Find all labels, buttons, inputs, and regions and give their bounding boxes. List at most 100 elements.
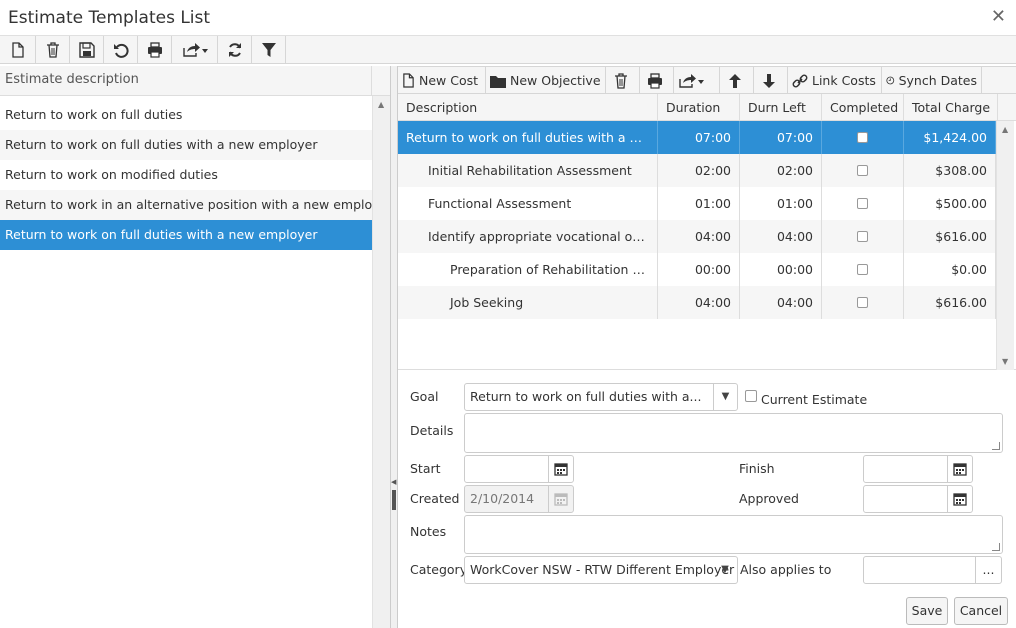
save-button[interactable]: Save <box>906 597 948 625</box>
completed-checkbox[interactable] <box>857 231 868 242</box>
chevron-down-icon[interactable]: ▼ <box>713 557 737 583</box>
pane-splitter[interactable]: ◀ <box>390 66 398 628</box>
list-scrollbar[interactable]: ▲ <box>372 96 390 628</box>
undo-icon[interactable] <box>104 36 138 64</box>
arrow-down-icon <box>762 73 775 88</box>
description-cell: Job Seeking <box>398 286 658 319</box>
durn-left-cell: 00:00 <box>740 253 822 286</box>
duration-cell: 02:00 <box>658 154 740 187</box>
share-button[interactable] <box>674 67 720 94</box>
completed-checkbox[interactable] <box>857 198 868 209</box>
goal-value: Return to work on full duties with a... <box>470 389 702 404</box>
link-costs-button[interactable]: Link Costs <box>788 67 882 94</box>
folder-icon <box>490 75 506 88</box>
cancel-button[interactable]: Cancel <box>954 597 1008 625</box>
total-cell: $308.00 <box>904 154 996 187</box>
also-applies-field[interactable]: ... <box>863 556 1002 584</box>
goal-label: Goal <box>410 389 439 404</box>
column-header-estimate-description[interactable]: Estimate description <box>0 66 372 96</box>
column-header-completed[interactable]: Completed <box>822 94 904 121</box>
category-select[interactable]: WorkCover NSW - RTW Different Employer ▼ <box>464 556 738 584</box>
list-item[interactable]: Return to work on full duties <box>0 100 372 130</box>
category-label: Category <box>410 562 468 577</box>
clock-icon <box>886 76 895 85</box>
column-header-total-charge[interactable]: Total Charge <box>904 94 998 121</box>
refresh-icon[interactable] <box>218 36 252 64</box>
completed-checkbox[interactable] <box>857 264 868 275</box>
resize-grip-icon[interactable] <box>992 442 1000 450</box>
durn-left-cell: 04:00 <box>740 286 822 319</box>
estimate-toolbar: New Cost New Objective Link Costs Synch … <box>398 66 1016 94</box>
delete-icon[interactable] <box>36 36 70 64</box>
column-header-duration[interactable]: Duration <box>658 94 740 121</box>
calendar-icon[interactable] <box>947 486 972 512</box>
print-icon <box>647 72 662 89</box>
more-options-button[interactable]: ... <box>975 557 1001 583</box>
notes-textarea[interactable] <box>464 515 1003 554</box>
description-cell: Initial Rehabilitation Assessment <box>398 154 658 187</box>
delete-row-button[interactable] <box>606 67 640 94</box>
column-header-description[interactable]: Description <box>398 94 658 121</box>
scroll-up-icon[interactable]: ▲ <box>1002 125 1008 134</box>
close-icon[interactable]: ✕ <box>991 6 1006 27</box>
duration-cell: 00:00 <box>658 253 740 286</box>
list-item[interactable]: Return to work on full duties with a new… <box>0 130 372 160</box>
table-row[interactable]: Job Seeking 04:00 04:00 $616.00 <box>398 286 996 319</box>
scroll-down-icon[interactable]: ▼ <box>1002 357 1008 366</box>
completed-cell <box>822 121 904 154</box>
approved-date-field[interactable] <box>863 485 973 513</box>
table-row-selected[interactable]: Return to work on full duties with a new… <box>398 121 996 154</box>
move-down-button[interactable] <box>754 67 788 94</box>
estimate-detail-form: Goal Return to work on full duties with … <box>398 371 1016 628</box>
finish-label: Finish <box>739 461 775 476</box>
resize-grip-icon[interactable] <box>992 543 1000 551</box>
table-row[interactable]: Identify appropriate vocational options 0… <box>398 220 996 253</box>
scroll-up-icon[interactable]: ▲ <box>378 100 384 109</box>
current-estimate-checkbox[interactable] <box>745 390 757 402</box>
link-costs-label: Link Costs <box>812 73 876 88</box>
calendar-icon[interactable] <box>548 456 573 482</box>
total-cell: $616.00 <box>904 220 996 253</box>
start-date-field[interactable] <box>464 455 574 483</box>
total-cell: $616.00 <box>904 286 996 319</box>
created-date-value: 2/10/2014 <box>470 491 535 506</box>
collapse-left-icon[interactable]: ◀ <box>391 478 396 486</box>
move-up-button[interactable] <box>720 67 754 94</box>
duration-cell: 01:00 <box>658 187 740 220</box>
print-icon[interactable] <box>138 36 172 64</box>
share-icon[interactable] <box>172 36 218 64</box>
share-icon <box>679 73 704 88</box>
goal-select[interactable]: Return to work on full duties with a... … <box>464 383 738 411</box>
column-header-durn-left[interactable]: Durn Left <box>740 94 822 121</box>
created-date-field: 2/10/2014 <box>464 485 574 513</box>
synch-dates-button[interactable]: Synch Dates <box>882 67 982 94</box>
category-value: WorkCover NSW - RTW Different Employer <box>470 562 735 577</box>
list-item-selected[interactable]: Return to work on full duties with a new… <box>0 220 372 250</box>
list-item[interactable]: Return to work on modified duties <box>0 160 372 190</box>
window-title: Estimate Templates List <box>8 8 211 28</box>
new-objective-label: New Objective <box>510 73 601 88</box>
print-button[interactable] <box>640 67 674 94</box>
new-file-icon[interactable] <box>0 36 36 64</box>
completed-checkbox[interactable] <box>857 132 868 143</box>
completed-checkbox[interactable] <box>857 165 868 176</box>
table-row[interactable]: Initial Rehabilitation Assessment 02:00 02… <box>398 154 996 187</box>
table-row[interactable]: Preparation of Rehabilitation Report 00:0… <box>398 253 996 286</box>
total-cell: $0.00 <box>904 253 996 286</box>
completed-checkbox[interactable] <box>857 297 868 308</box>
finish-date-field[interactable] <box>863 455 973 483</box>
new-cost-button[interactable]: New Cost <box>398 67 486 94</box>
splitter-handle[interactable] <box>392 490 396 510</box>
table-row[interactable]: Functional Assessment 01:00 01:00 $500.00 <box>398 187 996 220</box>
calendar-icon[interactable] <box>947 456 972 482</box>
save-icon[interactable] <box>70 36 104 64</box>
chevron-down-icon[interactable]: ▼ <box>713 384 737 410</box>
completed-cell <box>822 220 904 253</box>
details-textarea[interactable] <box>464 413 1003 453</box>
grid-scrollbar[interactable]: ▲ ▼ <box>996 121 1014 370</box>
filter-icon[interactable] <box>252 36 286 64</box>
list-item[interactable]: Return to work in an alternative positio… <box>0 190 392 220</box>
new-objective-button[interactable]: New Objective <box>486 67 606 94</box>
header-spacer <box>372 66 390 96</box>
created-label: Created <box>410 491 460 506</box>
